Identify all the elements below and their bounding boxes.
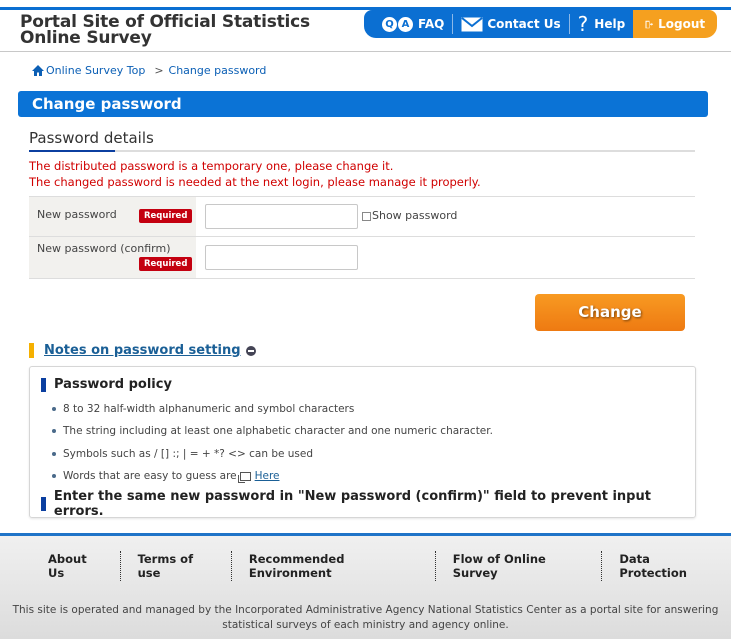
breadcrumb-separator: >: [154, 64, 164, 77]
section-underline: [29, 150, 695, 152]
bullet-icon: [52, 452, 56, 456]
logout-door-icon: [645, 20, 654, 28]
footer-links: About Us Terms of use Recommended Enviro…: [31, 551, 731, 581]
footer-link-about-us[interactable]: About Us: [31, 552, 120, 580]
policy-item: The string including at least one alphab…: [52, 425, 493, 437]
faq-icon-q: Q: [382, 16, 397, 32]
notes-panel: Password policy 8 to 32 half-width alpha…: [29, 366, 696, 519]
policy-item: Words that are easy to guess are Here: [52, 470, 280, 483]
section-title: Password details: [29, 129, 154, 147]
confirm-note: Enter the same new password in "New pass…: [41, 489, 695, 519]
password-form: New password Required Show password New …: [29, 196, 695, 279]
policy-item: 8 to 32 half-width alphanumeric and symb…: [52, 403, 354, 415]
confirm-password-label: New password (confirm): [37, 242, 171, 255]
site-header: Portal Site of Official Statistics Onlin…: [0, 0, 731, 52]
site-title[interactable]: Portal Site of Official Statistics Onlin…: [20, 14, 310, 48]
faq-icon-a: A: [398, 16, 413, 32]
top-navigation: Q A FAQ Contact Us ? Help Logout: [364, 10, 718, 38]
policy-item-text: The string including at least one alphab…: [63, 425, 493, 437]
policy-title: Password policy: [41, 377, 172, 392]
faq-icon: Q A: [382, 16, 414, 32]
warning-message: The distributed password is a temporary …: [29, 159, 394, 173]
contact-us-button[interactable]: Contact Us: [453, 10, 568, 38]
change-button[interactable]: Change: [535, 294, 685, 331]
show-password-label: Show password: [372, 208, 458, 222]
contact-us-label: Contact Us: [487, 17, 561, 31]
footer-link-flow-of-online-survey[interactable]: Flow of Online Survey: [436, 552, 602, 580]
faq-label: FAQ: [418, 17, 445, 31]
required-badge: Required: [139, 209, 193, 223]
logout-button[interactable]: Logout: [633, 10, 718, 38]
form-label-cell: New password Required: [29, 197, 196, 236]
footer-link-recommended-environment[interactable]: Recommended Environment: [232, 552, 435, 580]
bullet-icon: [52, 474, 56, 478]
show-password-toggle[interactable]: Show password: [362, 209, 457, 222]
warning-message: The changed password is needed at the ne…: [29, 175, 481, 189]
show-password-checkbox[interactable]: [362, 212, 371, 221]
form-field-cell: Show password: [196, 197, 695, 236]
form-row-new-password: New password Required Show password: [29, 197, 695, 237]
collapse-icon[interactable]: [245, 345, 256, 356]
new-password-input[interactable]: [205, 204, 358, 229]
page-title: Change password: [18, 91, 708, 117]
logout-label: Logout: [658, 17, 706, 31]
envelope-icon: [461, 16, 483, 31]
required-badge: Required: [139, 257, 193, 271]
top-nav-blue-group: Q A FAQ Contact Us ? Help: [364, 10, 634, 38]
site-title-line2: Online Survey: [20, 28, 152, 48]
form-row-confirm-password: New password (confirm) Required: [29, 237, 695, 279]
notes-heading: Notes on password setting: [29, 343, 256, 358]
faq-button[interactable]: Q A FAQ: [374, 10, 452, 38]
form-field-cell: [196, 237, 695, 278]
confirm-password-input[interactable]: [205, 245, 358, 270]
help-label: Help: [594, 17, 626, 31]
policy-item: Symbols such as / [] :; | = + *? <> can …: [52, 448, 313, 460]
breadcrumb-home-link[interactable]: Online Survey Top: [46, 64, 145, 77]
policy-title-text: Password policy: [54, 377, 172, 392]
home-icon: [32, 65, 44, 76]
question-mark-icon: ?: [577, 12, 589, 36]
form-label-cell: New password (confirm) Required: [29, 237, 196, 278]
external-window-icon: [237, 471, 251, 483]
breadcrumb: Online Survey Top > Change password: [32, 64, 266, 77]
new-password-label: New password: [37, 208, 117, 221]
bullet-icon: [52, 429, 56, 433]
notes-accent-bar: [29, 343, 34, 358]
breadcrumb-current: Change password: [168, 64, 267, 77]
footer-link-data-protection[interactable]: Data Protection: [602, 552, 731, 580]
here-link[interactable]: Here: [255, 470, 280, 482]
bullet-icon: [52, 407, 56, 411]
policy-item-text: Symbols such as / [] :; | = + *? <> can …: [63, 448, 314, 460]
confirm-note-text: Enter the same new password in "New pass…: [53, 489, 651, 519]
footer-note: This site is operated and managed by the…: [12, 604, 719, 631]
help-button[interactable]: ? Help: [570, 10, 634, 38]
footer-link-terms-of-use[interactable]: Terms of use: [121, 552, 231, 580]
policy-accent-bar: [41, 377, 46, 392]
note-accent-bar: [41, 497, 46, 511]
policy-item-text: Words that are easy to guess are: [63, 470, 237, 482]
site-footer: About Us Terms of use Recommended Enviro…: [0, 533, 731, 639]
policy-item-text: 8 to 32 half-width alphanumeric and symb…: [63, 403, 355, 415]
notes-toggle-link[interactable]: Notes on password setting: [44, 343, 241, 358]
